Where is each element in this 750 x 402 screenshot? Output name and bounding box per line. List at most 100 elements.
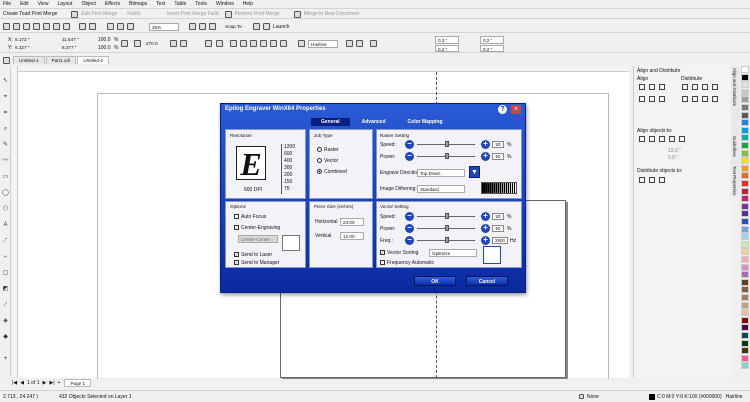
palette-swatch[interactable]	[741, 202, 749, 210]
menu-table[interactable]: Table	[174, 1, 186, 7]
palette-swatch[interactable]	[741, 339, 749, 347]
job-vector-radio[interactable]: Vector	[317, 158, 338, 164]
center-position-grid[interactable]	[282, 235, 300, 251]
next-page-icon[interactable]: ▶	[43, 380, 47, 386]
print-icon[interactable]	[33, 23, 40, 30]
line-style-icon[interactable]	[346, 40, 353, 47]
width-field[interactable]: 11.547 "	[60, 36, 88, 43]
height-field[interactable]: 6.277 "	[60, 44, 88, 51]
raster-radio-dot[interactable]	[317, 147, 322, 153]
align-top-icon[interactable]	[639, 96, 645, 102]
palette-swatch[interactable]	[741, 96, 749, 104]
menu-edit[interactable]: Edit	[20, 1, 29, 7]
align-x-field[interactable]: 12.0 "	[668, 148, 681, 154]
paste-icon[interactable]	[63, 23, 70, 30]
last-page-icon[interactable]: ▶|	[49, 380, 54, 386]
align-right-icon[interactable]	[659, 84, 665, 90]
send-to-laser-checkbox[interactable]: ✓ Send to Laser	[234, 252, 272, 258]
scale-y-field[interactable]: 100.0	[98, 45, 111, 51]
duplicate-x-field[interactable]: 0.2 "	[480, 36, 504, 44]
raster-speed-slider[interactable]	[417, 141, 475, 147]
align-center-v-icon[interactable]	[649, 96, 655, 102]
palette-swatch[interactable]	[741, 81, 749, 89]
vector-sorting-select[interactable]: Optimize	[429, 249, 477, 257]
x-position-field[interactable]: 6.173 "	[13, 36, 39, 43]
raster-power-minus[interactable]: −	[405, 152, 414, 161]
add-page-icon[interactable]: +	[58, 380, 61, 386]
vector-speed-thumb[interactable]	[445, 213, 449, 219]
raster-power-slider[interactable]	[417, 153, 475, 159]
vtab-guidelines[interactable]: Guidelines	[732, 136, 737, 157]
launch-dropdown[interactable]: Launch	[273, 24, 289, 30]
raster-power-plus[interactable]: +	[481, 152, 490, 161]
vector-power-value[interactable]: 50	[492, 225, 504, 232]
start-arrow-icon[interactable]	[356, 40, 363, 47]
vtab-align-distribute[interactable]: Align and Distribute	[732, 68, 737, 106]
menu-layout[interactable]: Layout	[57, 1, 72, 7]
job-raster-radio[interactable]: Raster	[317, 147, 339, 153]
scale-x-field[interactable]: 100.0	[98, 37, 111, 43]
export-icon[interactable]	[117, 23, 124, 30]
vector-speed-slider[interactable]	[417, 213, 475, 219]
help-button[interactable]: ?	[498, 105, 507, 114]
perform-merge-button[interactable]: Perform Print Merge	[235, 11, 280, 17]
palette-swatch[interactable]	[741, 324, 749, 332]
smart-fill-icon[interactable]: ◆	[2, 334, 9, 341]
raster-speed-minus[interactable]: −	[405, 140, 414, 149]
edit-print-merge-button[interactable]: Edit Print Merge	[81, 11, 117, 17]
vector-power-slider[interactable]	[417, 225, 475, 231]
align-y-field[interactable]: 0.0 "	[668, 155, 678, 161]
menu-window[interactable]: Window	[216, 1, 234, 7]
nudge-y-field[interactable]: 0.2 "	[435, 45, 459, 52]
distribute-to-point-icon[interactable]	[659, 177, 665, 183]
menu-tools[interactable]: Tools	[195, 1, 207, 7]
group-icon[interactable]	[205, 40, 212, 47]
ellipse-tool-icon[interactable]: ◯	[2, 190, 9, 197]
auto-focus-checkbox[interactable]: Auto Focus	[234, 214, 266, 220]
cut-icon[interactable]	[43, 23, 50, 30]
palette-swatch[interactable]	[741, 218, 749, 225]
artistic-media-icon[interactable]: 〰	[2, 158, 9, 165]
close-icon[interactable]: ×	[511, 105, 521, 114]
menu-text[interactable]: Text	[156, 1, 165, 7]
shape-tool-icon[interactable]: ⌖	[2, 94, 9, 101]
outline-pen-icon[interactable]	[298, 40, 305, 47]
palette-swatch[interactable]	[741, 225, 749, 233]
mirror-horizontal-icon[interactable]	[170, 40, 177, 47]
palette-swatch[interactable]	[741, 73, 749, 81]
outline-width-dropdown[interactable]: Hairline	[308, 40, 338, 48]
tab-advanced[interactable]: Advanced	[350, 118, 398, 126]
palette-swatch[interactable]	[741, 157, 749, 165]
palette-swatch[interactable]	[741, 248, 749, 256]
raster-speed-plus[interactable]: +	[481, 140, 490, 149]
palette-swatch[interactable]	[741, 180, 749, 187]
duplicate-y-field[interactable]: 0.2 "	[480, 45, 504, 52]
distribute-top-icon[interactable]	[682, 96, 688, 102]
insert-field-button[interactable]: Insert Print Merge Field	[167, 11, 219, 17]
raster-power-thumb[interactable]	[445, 153, 449, 159]
connector-tool-icon[interactable]: ⌐	[2, 254, 9, 261]
redo-icon[interactable]	[89, 23, 96, 30]
drop-shadow-icon[interactable]: ▢	[2, 270, 9, 277]
palette-swatch[interactable]	[741, 256, 749, 263]
vector-speed-value[interactable]: 50	[492, 213, 504, 220]
copy-icon[interactable]	[53, 23, 60, 30]
palette-swatch[interactable]	[741, 309, 749, 317]
palette-swatch[interactable]	[741, 347, 749, 355]
new-document-icon[interactable]	[3, 23, 10, 30]
tab-home-icon[interactable]	[3, 57, 10, 64]
image-dithering-select[interactable]: Standard	[417, 185, 465, 193]
palette-swatch[interactable]	[741, 294, 749, 301]
mirror-vertical-icon[interactable]	[180, 40, 187, 47]
vertical-field[interactable]: 12.00	[340, 232, 364, 240]
palette-swatch[interactable]	[741, 134, 749, 142]
freehand-tool-icon[interactable]: ✎	[2, 142, 9, 149]
prev-page-icon[interactable]: ◀	[20, 380, 24, 386]
vtab-text-properties[interactable]: Text Properties	[732, 166, 737, 195]
page-tab[interactable]: Page 1	[64, 379, 92, 387]
rulers-icon[interactable]	[199, 23, 206, 30]
end-arrow-icon[interactable]	[370, 40, 377, 47]
center-engraving-checkbox[interactable]: Center-Engraving	[234, 225, 280, 231]
save-icon[interactable]	[23, 23, 30, 30]
menu-effects[interactable]: Effects	[105, 1, 120, 7]
